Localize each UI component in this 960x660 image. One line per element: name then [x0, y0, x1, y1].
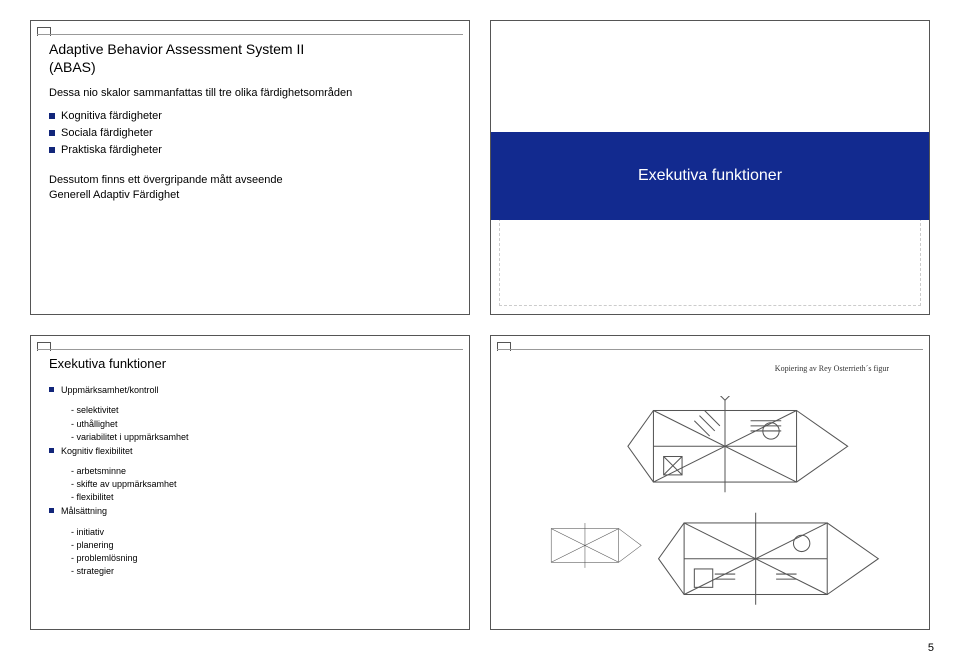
rey-figure-area [541, 396, 909, 609]
slide1-title: Adaptive Behavior Assessment System II (… [49, 41, 451, 76]
bullet-kognitiva: Kognitiva färdigheter [49, 109, 451, 124]
title-line2: (ABAS) [49, 59, 96, 75]
bullet-praktiska: Praktiska färdigheter [49, 143, 451, 158]
item-malsattning: Målsättning [49, 505, 451, 517]
bullet-sociala: Sociala färdigheter [49, 126, 451, 141]
slide3-title: Exekutiva funktioner [49, 356, 451, 372]
sub-problemlosning: - problemlösning [49, 552, 451, 564]
slide3-list: Uppmärksamhet/kontroll [49, 384, 451, 396]
slide3-list2: Kognitiv flexibilitet [49, 445, 451, 457]
sub-arbetsminne: - arbetsminne [49, 465, 451, 477]
slide3-list3: Målsättning [49, 505, 451, 517]
slide1-intro: Dessa nio skalor sammanfattas till tre o… [49, 86, 451, 101]
slide2-title: Exekutiva funktioner [638, 165, 782, 187]
slide-exekutiva-list: Exekutiva funktioner Uppmärksamhet/kontr… [30, 335, 470, 630]
slide-exekutiva-banner: Exekutiva funktioner [490, 20, 930, 315]
title-line1: Adaptive Behavior Assessment System II [49, 41, 304, 57]
sub-selektivitet: - selektivitet [49, 404, 451, 416]
sub-initiativ: - initiativ [49, 526, 451, 538]
rey-figure-svg [541, 396, 909, 609]
slide1-bullets: Kognitiva färdigheter Sociala färdighete… [49, 109, 451, 158]
sub-strategier: - strategier [49, 565, 451, 577]
banner-top [491, 21, 929, 138]
figure-caption: Kopiering av Rey Osterrieth´s figur [775, 364, 889, 375]
slide1-footer1: Dessutom finns ett övergripande mått avs… [49, 173, 451, 188]
sub-skifte: - skifte av uppmärksamhet [49, 478, 451, 490]
sub-flexibilitet: - flexibilitet [49, 491, 451, 503]
slide1-footer2: Generell Adaptiv Färdighet [49, 188, 451, 203]
slide-abas: Adaptive Behavior Assessment System II (… [30, 20, 470, 315]
sub-uthallighet: - uthållighet [49, 418, 451, 430]
page-number: 5 [928, 642, 934, 654]
sub-variabilitet: - variabilitet i uppmärksamhet [49, 431, 451, 443]
item-uppmarksamhet: Uppmärksamhet/kontroll [49, 384, 451, 396]
banner-title-bar: Exekutiva funktioner [491, 132, 929, 220]
slide-rey-figure: Kopiering av Rey Osterrieth´s figur [490, 335, 930, 630]
item-kognitiv-flex: Kognitiv flexibilitet [49, 445, 451, 457]
sub-planering: - planering [49, 539, 451, 551]
